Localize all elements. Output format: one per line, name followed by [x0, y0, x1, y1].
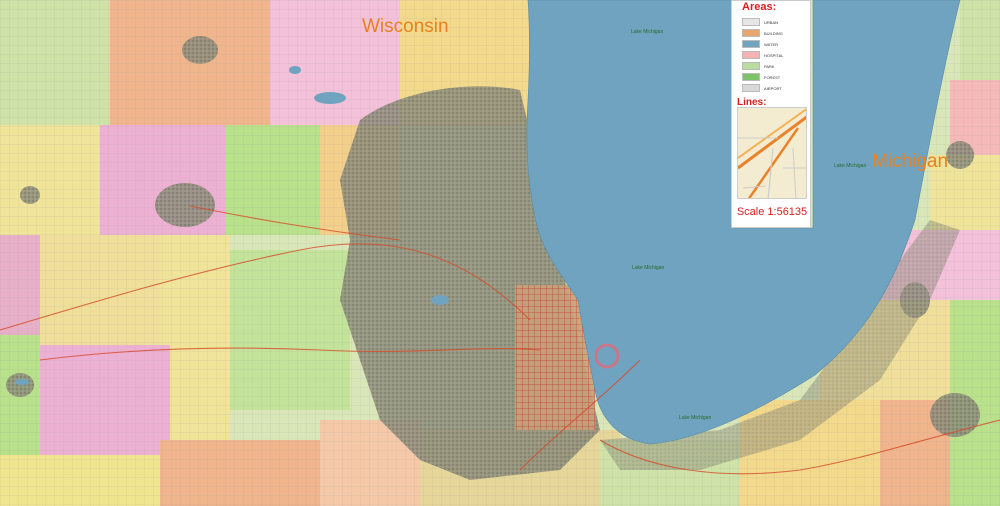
airport-swatch-icon	[742, 84, 760, 92]
legend-lines-sample	[737, 107, 807, 199]
region-label-wisconsin: Wisconsin	[362, 16, 449, 37]
region-label-michigan: Michigan	[872, 151, 948, 172]
legend-area-forest: FOREST	[736, 73, 808, 82]
legend-area-building: BUILDING	[736, 29, 808, 38]
lake-label-mid: Lake Michigan	[632, 265, 664, 271]
legend-area-water: WATER	[736, 40, 808, 49]
legend-area-park: PARK	[736, 62, 808, 71]
park-swatch-icon	[742, 62, 760, 70]
legend-area-hospital: HOSPITAL	[736, 51, 808, 60]
water-swatch-icon	[742, 40, 760, 48]
legend-area-airport: AIRPORT	[736, 84, 808, 93]
legend-area-label: PARK	[764, 64, 775, 69]
road-map[interactable]: Wisconsin Michigan Lake Michigan Lake Mi…	[0, 0, 1000, 506]
lake-label-east: Lake Michigan	[834, 163, 866, 169]
building-swatch-icon	[742, 29, 760, 37]
legend-area-label: BUILDING	[764, 31, 783, 36]
hospital-swatch-icon	[742, 51, 760, 59]
legend-area-label: FOREST	[764, 75, 781, 80]
map-scale: Scale 1:56135	[736, 206, 808, 218]
forest-swatch-icon	[742, 73, 760, 81]
lake-label-bottom: Lake Michigan	[679, 415, 711, 421]
lake-label-top: Lake Michigan	[631, 29, 663, 35]
legend-area-label: WATER	[764, 42, 778, 47]
map-legend: Areas: URBAN BUILDING WATER HOSPITAL PAR…	[731, 0, 811, 228]
legend-area-label: AIRPORT	[764, 86, 782, 91]
legend-area-label: URBAN	[764, 20, 779, 25]
legend-area-label: HOSPITAL	[764, 53, 784, 58]
legend-area-urban: URBAN	[736, 18, 808, 27]
legend-areas-title: Areas:	[742, 1, 777, 13]
urban-swatch-icon	[742, 18, 760, 26]
lines-sample-icon	[738, 108, 806, 198]
